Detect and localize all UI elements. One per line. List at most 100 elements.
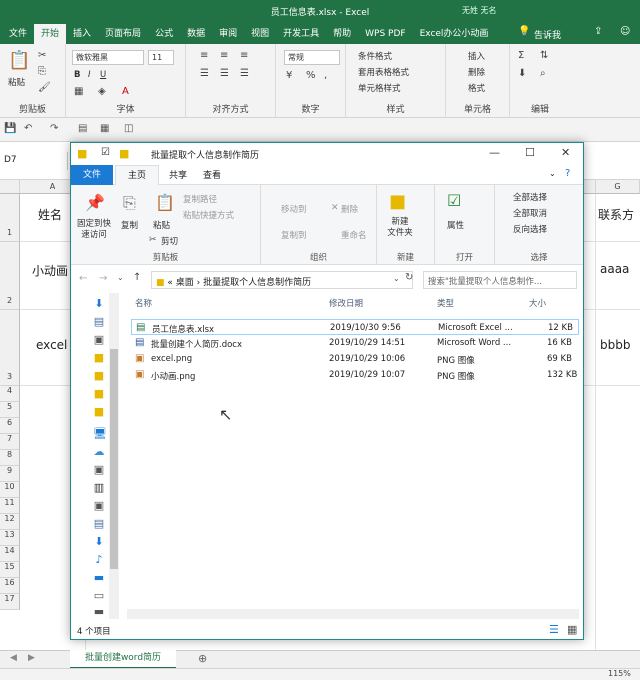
file-row[interactable]: ▤ 员工信息表.xlsx 2019/10/30 9:56 Microsoft E…	[131, 319, 579, 335]
pictures-icon[interactable]: ▣	[93, 333, 105, 346]
desktop-icon[interactable]: ▬	[93, 571, 105, 584]
zoom-level[interactable]: 115%	[608, 669, 631, 678]
row-header-5[interactable]: 5	[0, 402, 20, 418]
downloads-icon[interactable]: ⬇	[93, 297, 105, 310]
help-icon[interactable]: ?	[565, 168, 570, 179]
align-middle-icon[interactable]: ≡	[220, 50, 228, 61]
insert-cells-button[interactable]: 插入	[468, 50, 485, 62]
paste-shortcut-button[interactable]: 粘贴快捷方式	[183, 209, 234, 221]
cell-g1[interactable]: 联系方	[598, 206, 634, 223]
fill-icon[interactable]: ⬇	[518, 68, 526, 79]
tab-file[interactable]: 文件	[71, 165, 113, 185]
delete-button[interactable]: 删除	[341, 203, 358, 215]
select-all-corner[interactable]	[0, 180, 20, 194]
border-icon[interactable]: ▦	[74, 86, 83, 97]
address-separator[interactable]: ›	[197, 278, 201, 288]
this-pc-icon[interactable]: 🖥	[93, 427, 107, 440]
row-header-4[interactable]: 4	[0, 386, 20, 402]
maximize-icon[interactable]: ☐	[525, 146, 535, 159]
delete-cells-button[interactable]: 删除	[468, 66, 485, 78]
lightbulb-icon[interactable]: 💡	[518, 26, 530, 37]
cut-icon[interactable]: ✂	[149, 235, 157, 245]
music-icon[interactable]: ♪	[93, 553, 105, 566]
cell-style-button[interactable]: 单元格样式	[358, 82, 401, 94]
format-cells-button[interactable]: 格式	[468, 82, 485, 94]
row-header-17[interactable]: 17	[0, 594, 20, 610]
undo-icon[interactable]: ↶	[24, 123, 32, 134]
downloads-icon[interactable]: ⬇	[93, 535, 105, 548]
minimize-icon[interactable]: —	[489, 146, 500, 159]
address-dropdown-icon[interactable]: ⌄	[393, 274, 400, 283]
table-icon[interactable]: ▦	[100, 123, 109, 134]
save-icon[interactable]: 💾	[4, 123, 16, 134]
recent-locations-icon[interactable]: ⌄	[117, 273, 124, 282]
details-view-icon[interactable]: ☰	[549, 623, 559, 636]
search-input[interactable]: 搜索"批量提取个人信息制作...	[423, 271, 577, 289]
excel-user-name[interactable]: 无姓 无名	[462, 5, 497, 16]
select-all-button[interactable]: 全部选择	[513, 191, 547, 203]
paste-button[interactable]: 粘贴	[153, 219, 170, 231]
share-icon[interactable]: ⇪	[594, 26, 602, 37]
horizontal-scrollbar[interactable]	[127, 609, 579, 619]
navigation-scrollbar-thumb[interactable]	[110, 349, 118, 569]
currency-icon[interactable]: ¥	[286, 70, 292, 81]
tab-home[interactable]: 开始	[34, 24, 67, 44]
cut-icon[interactable]: ✂	[38, 50, 46, 61]
row-header-12[interactable]: 12	[0, 514, 20, 530]
properties-icon[interactable]: ☑	[447, 191, 461, 210]
address-desktop[interactable]: 桌面	[176, 278, 194, 288]
up-icon[interactable]: ↑	[133, 272, 141, 283]
onedrive-icon[interactable]: ☁	[93, 445, 105, 458]
name-box[interactable]: D7	[0, 152, 68, 170]
align-bottom-icon[interactable]: ≡	[240, 50, 248, 61]
new-folder-icon[interactable]: ■	[389, 191, 406, 212]
align-left-icon[interactable]: ☰	[200, 68, 209, 79]
paste-icon[interactable]: 📋	[8, 50, 30, 71]
column-header-type[interactable]: 类型	[437, 297, 454, 309]
tab-view[interactable]: 查看	[203, 168, 221, 181]
sheet-tab-active[interactable]: 批量创建word简历	[70, 650, 176, 669]
row-header-6[interactable]: 6	[0, 418, 20, 434]
tab-view[interactable]: 视图	[244, 24, 276, 44]
file-row[interactable]: ▣ 小动画.png 2019/10/29 10:07 PNG 图像 132 KB	[131, 367, 579, 383]
row-header-16[interactable]: 16	[0, 578, 20, 594]
file-row[interactable]: ▣ excel.png 2019/10/29 10:06 PNG 图像 69 K…	[131, 351, 579, 367]
folder-icon[interactable]: ■	[93, 405, 105, 418]
refresh-icon[interactable]: ↻	[405, 272, 413, 283]
italic-button[interactable]: I	[88, 70, 91, 80]
cell-a2[interactable]: 小动画	[32, 262, 68, 279]
align-center-icon[interactable]: ☰	[220, 68, 229, 79]
row-header-3[interactable]: 3	[0, 310, 20, 386]
row-header-2[interactable]: 2	[0, 242, 20, 310]
copy-icon[interactable]: ⎘	[38, 66, 46, 77]
row-header-15[interactable]: 15	[0, 562, 20, 578]
address-folder[interactable]: 批量提取个人信息制作简历	[203, 278, 311, 288]
table-format-button[interactable]: 套用表格格式	[358, 66, 409, 78]
row-header-1[interactable]: 1	[0, 194, 20, 242]
format-painter-icon[interactable]: 🖌	[38, 82, 51, 93]
row-header-10[interactable]: 10	[0, 482, 20, 498]
column-header-size[interactable]: 大小	[529, 297, 546, 309]
copy-button[interactable]: 复制	[121, 219, 138, 231]
paste-icon[interactable]: 📋	[155, 193, 175, 212]
objects-3d-icon[interactable]: ▣	[93, 463, 105, 476]
ribbon-collapse-icon[interactable]: ⌄	[549, 169, 556, 178]
row-header-14[interactable]: 14	[0, 546, 20, 562]
percent-icon[interactable]: %	[306, 70, 316, 81]
cell-a1[interactable]: 姓名	[38, 206, 62, 223]
tab-developer[interactable]: 开发工具	[276, 24, 326, 44]
tab-file[interactable]: 文件	[2, 24, 34, 44]
column-header-date[interactable]: 修改日期	[329, 297, 363, 309]
column-header-g[interactable]: G	[596, 180, 640, 194]
cell-g2[interactable]: aaaa	[600, 262, 629, 276]
conditional-format-button[interactable]: 条件格式	[358, 50, 392, 62]
tell-me-box[interactable]: 告诉我	[534, 28, 561, 41]
cut-button[interactable]: 剪切	[161, 235, 178, 247]
properties-button[interactable]: 属性	[447, 219, 464, 231]
drive-icon[interactable]: ▬	[93, 605, 105, 618]
local-disk-icon[interactable]: ▭	[93, 589, 105, 602]
folder-icon[interactable]: ■	[93, 387, 105, 400]
font-color-icon[interactable]: A	[122, 86, 129, 97]
sheet-next-icon[interactable]: ▶	[28, 653, 35, 663]
number-format-select[interactable]: 常规	[284, 50, 340, 65]
